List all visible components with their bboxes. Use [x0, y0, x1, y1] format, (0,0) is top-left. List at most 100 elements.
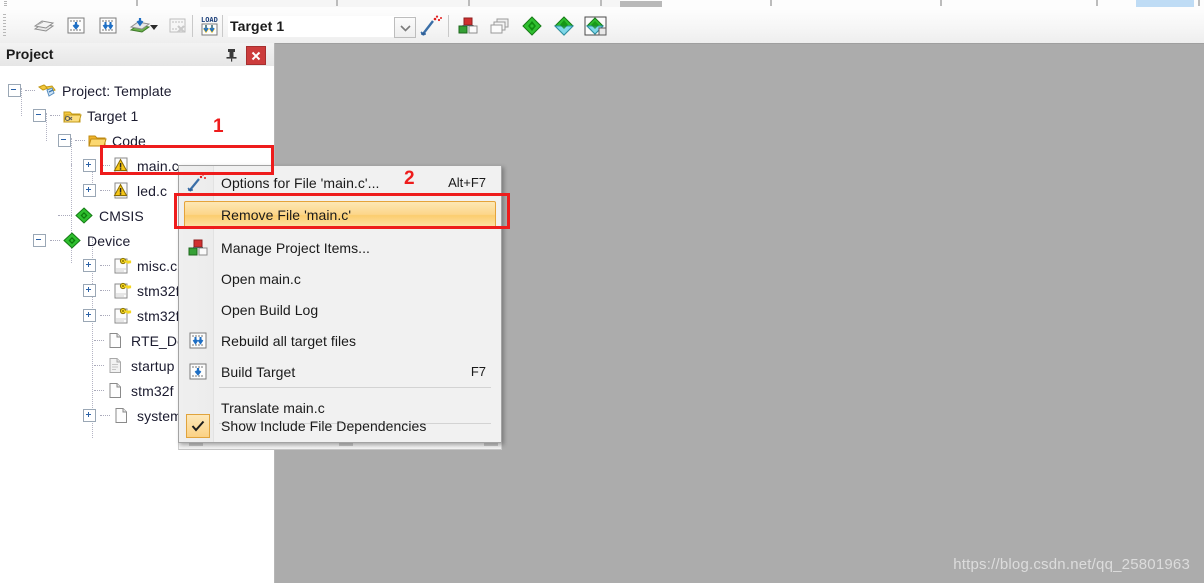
tree-node-label: led.c: [137, 182, 168, 199]
tree-node-project[interactable]: Project: Template: [8, 78, 172, 103]
expander-plus-icon[interactable]: [83, 309, 96, 322]
component-icon: [75, 207, 94, 224]
tree-node-system[interactable]: system: [83, 403, 182, 428]
run-time-env-icon[interactable]: [550, 13, 578, 39]
tree-node-code[interactable]: Code: [58, 128, 146, 153]
tree-node-device[interactable]: Device: [33, 228, 130, 253]
tree-node-target[interactable]: Target 1: [33, 103, 138, 128]
toolbar-tick: [940, 0, 942, 6]
menu-item-options-for-file[interactable]: Options for File 'main.c'... Alt+F7: [180, 167, 498, 198]
expander-minus-icon[interactable]: [58, 134, 71, 147]
translate-icon[interactable]: [30, 13, 58, 39]
file-dim-icon: [107, 357, 126, 374]
menu-item-label: Manage Project Items...: [221, 239, 370, 256]
tree-node-label: misc.c: [137, 257, 178, 274]
menu-item-rebuild-all-target-files[interactable]: Rebuild all target files: [180, 325, 498, 356]
menu-item-label: Open main.c: [221, 270, 301, 287]
toolbar-tick: [600, 0, 602, 6]
tree-node-startup[interactable]: startup: [83, 353, 175, 378]
tree-node-label: stm32f: [137, 307, 180, 324]
target-icon: [63, 107, 82, 124]
c-warn-icon: [113, 157, 132, 174]
tree-node-stm32f-2[interactable]: stm32f: [83, 303, 180, 328]
expander-minus-icon[interactable]: [8, 84, 21, 97]
file-icon: [107, 382, 126, 399]
file-icon: [113, 407, 132, 424]
tree-node-stm32f-3[interactable]: stm32f: [83, 378, 174, 403]
toolbar-tick: [1198, 0, 1200, 6]
expander-minus-icon[interactable]: [33, 109, 46, 122]
rebuild-all-icon[interactable]: [94, 13, 122, 39]
menu-item-shortcut: F7: [470, 364, 486, 379]
project-panel-title: Project: [6, 46, 54, 62]
manage-project-items-icon[interactable]: [454, 13, 482, 39]
pack-installer-green-icon[interactable]: [518, 13, 546, 39]
expander-minus-icon[interactable]: [33, 234, 46, 247]
checkmark-icon[interactable]: [186, 413, 210, 438]
file-context-menu: Options for File 'main.c'... Alt+F7 Remo…: [178, 165, 502, 443]
toolbar-separator: [222, 15, 223, 37]
expander-plus-icon[interactable]: [83, 284, 96, 297]
menu-separator: [219, 387, 491, 388]
file-icon: [107, 332, 126, 349]
workarea-top-border: [275, 43, 1204, 44]
main-toolbar: LOAD Target 1: [0, 9, 1204, 44]
toolbar-tick: [468, 0, 470, 6]
menu-item-label: Build Target: [221, 363, 296, 380]
c-warn-icon: [113, 182, 132, 199]
tree-node-label: Code: [112, 132, 146, 149]
tree-node-stm32f-1[interactable]: stm32f: [83, 278, 180, 303]
tree-dotline: [100, 314, 110, 317]
stop-build-icon[interactable]: [164, 13, 192, 39]
tree-node-misc-c[interactable]: misc.c: [83, 253, 177, 278]
tree-dotline: [75, 139, 85, 142]
menu-item-shortcut: Alt+F7: [448, 175, 486, 190]
load-download-icon[interactable]: LOAD: [196, 13, 224, 39]
menu-item-open-build-log[interactable]: Open Build Log: [180, 294, 498, 325]
tree-dotline: [50, 114, 60, 117]
batch-build-dropdown-arrow[interactable]: [150, 25, 158, 30]
expander-plus-icon[interactable]: [83, 184, 96, 197]
pin-icon[interactable]: [222, 46, 240, 63]
tree-node-led-c[interactable]: led.c: [83, 178, 167, 203]
multi-project-icon[interactable]: [486, 13, 514, 39]
file-key-icon: [113, 282, 132, 299]
close-icon[interactable]: [246, 46, 266, 65]
tree-node-label: CMSIS: [99, 207, 144, 224]
menu-item-build-target[interactable]: Build Target F7: [180, 356, 498, 387]
expander-plus-icon[interactable]: [83, 259, 96, 272]
menu-item-open-main-c[interactable]: Open main.c: [180, 263, 498, 294]
tree-node-main-c[interactable]: main.c: [83, 153, 179, 178]
target-select-value: Target 1: [230, 18, 285, 34]
component-icon: [63, 232, 82, 249]
annotation-number-2: 2: [404, 168, 415, 189]
toolbar-tick: [1096, 0, 1098, 6]
svg-text:LOAD: LOAD: [201, 16, 218, 24]
tree-dotline: [58, 214, 72, 217]
menu-item-show-include-dependencies[interactable]: Show Include File Dependencies: [180, 410, 498, 441]
menu-item-label: Options for File 'main.c'...: [221, 174, 380, 191]
toolbar-grip-handle[interactable]: [3, 14, 6, 38]
watermark-text: https://blog.csdn.net/qq_25801963: [953, 556, 1190, 573]
target-options-wizard-icon[interactable]: [418, 13, 446, 39]
expander-plus-icon[interactable]: [83, 409, 96, 422]
tree-dotline: [100, 264, 110, 267]
chevron-down-icon[interactable]: [394, 17, 416, 38]
menu-item-label: Open Build Log: [221, 301, 319, 318]
build-icon: [186, 361, 210, 383]
select-software-packs-icon[interactable]: [582, 13, 610, 39]
tree-dotline: [100, 189, 110, 192]
tree-node-label: system: [137, 407, 182, 424]
toolbar-tick: [336, 0, 338, 6]
menu-item-remove-file[interactable]: Remove File 'main.c': [184, 201, 496, 229]
tree-dotline: [100, 414, 110, 417]
tree-node-cmsis[interactable]: CMSIS: [58, 203, 144, 228]
options-wizard-icon: [186, 172, 210, 194]
expander-plus-icon[interactable]: [83, 159, 96, 172]
folder-icon: [88, 132, 107, 149]
tree-node-label: RTE_De: [131, 332, 186, 349]
build-target-icon[interactable]: [62, 13, 90, 39]
tree-node-rte-device[interactable]: RTE_De: [83, 328, 185, 353]
menu-item-manage-project-items[interactable]: Manage Project Items...: [180, 232, 498, 263]
toolbar-separator: [192, 15, 193, 37]
